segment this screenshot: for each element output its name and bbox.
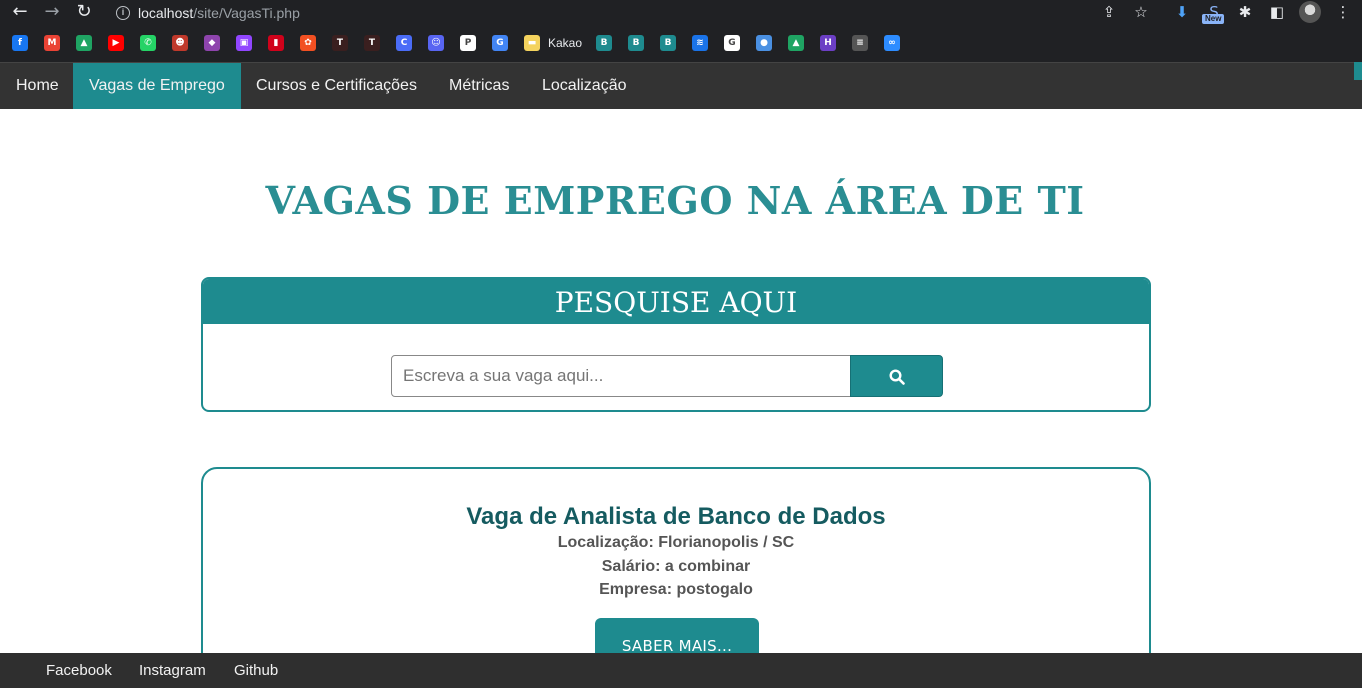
- site-info-icon[interactable]: i: [116, 6, 130, 20]
- whatsapp-icon[interactable]: ✆: [140, 35, 156, 51]
- google-translate-icon[interactable]: G: [492, 35, 508, 51]
- job-company: Empresa: postogalo: [599, 581, 753, 598]
- share-icon[interactable]: ⇪: [1098, 2, 1120, 22]
- twitch-icon[interactable]: ▣: [236, 35, 252, 51]
- new-badge: New: [1202, 14, 1225, 24]
- download-icon[interactable]: ⬇: [1171, 2, 1193, 22]
- nav-item-0[interactable]: Home: [0, 63, 75, 109]
- google-drive-icon[interactable]: ▲: [76, 35, 92, 51]
- red-book-icon[interactable]: ▮: [268, 35, 284, 51]
- job-location: Localização: Florianopolis / SC: [557, 534, 795, 551]
- folder-icon[interactable]: ▬: [524, 35, 540, 51]
- orange-swirl-icon[interactable]: ✿: [300, 35, 316, 51]
- bookmarks-bar: Kakao f M ▲ ▶ ✆ ☻ ◆ ▣ ▮ ✿ T T C ☺ P G ▬ B B B ≋ G ● ▲ H ≡ ∞: [0, 32, 1362, 56]
- stack-icon[interactable]: ≋: [692, 35, 708, 51]
- job-title: Vaga de Analista de Banco de Dados: [466, 503, 886, 530]
- youtube-icon[interactable]: ▶: [108, 35, 124, 51]
- search-icon: [889, 369, 905, 385]
- profile-avatar[interactable]: [1299, 1, 1321, 23]
- avatar-bookmark-icon[interactable]: ☻: [172, 35, 188, 51]
- facebook-icon[interactable]: f: [12, 35, 28, 51]
- search-button[interactable]: [850, 355, 943, 397]
- nav-item-2[interactable]: Cursos e Certificações: [240, 63, 433, 109]
- search-input[interactable]: [391, 355, 851, 397]
- tgs-icon[interactable]: T: [364, 35, 380, 51]
- reload-icon[interactable]: ↻: [73, 2, 95, 22]
- nav-item-4[interactable]: Localização: [526, 63, 643, 109]
- text-logo-icon[interactable]: ≡: [852, 35, 868, 51]
- bookmark-kakao[interactable]: Kakao: [548, 36, 582, 50]
- google-drive-icon[interactable]: ▲: [788, 35, 804, 51]
- extensions-puzzle-icon[interactable]: ✱: [1234, 2, 1256, 22]
- loop-icon[interactable]: ∞: [884, 35, 900, 51]
- address-bar[interactable]: i localhost/site/VagasTi.php: [116, 3, 300, 23]
- crystal-icon[interactable]: ◆: [204, 35, 220, 51]
- job-salary: Salário: a combinar: [601, 558, 751, 575]
- chat-bubble-icon[interactable]: ●: [756, 35, 772, 51]
- url-path: /site/VagasTi.php: [193, 5, 300, 21]
- nav-item-3[interactable]: Métricas: [433, 63, 525, 109]
- site-footer: Facebook Instagram Github: [0, 653, 1362, 688]
- b-logo-icon[interactable]: B: [628, 35, 644, 51]
- back-arrow-icon[interactable]: ←: [9, 2, 31, 22]
- forward-arrow-icon[interactable]: →: [41, 2, 63, 22]
- google-icon[interactable]: G: [724, 35, 740, 51]
- side-panel-icon[interactable]: ◧: [1266, 2, 1288, 22]
- footer-link-0[interactable]: Facebook: [46, 653, 112, 688]
- b-logo-icon[interactable]: B: [596, 35, 612, 51]
- scrollbar-thumb[interactable]: [1354, 62, 1362, 80]
- h-logo-icon[interactable]: H: [820, 35, 836, 51]
- discord-icon[interactable]: ☺: [428, 35, 444, 51]
- footer-link-1[interactable]: Instagram: [139, 653, 206, 688]
- menu-kebab-icon[interactable]: ⋮: [1332, 2, 1354, 22]
- footer-link-2[interactable]: Github: [234, 653, 278, 688]
- gmail-icon[interactable]: M: [44, 35, 60, 51]
- url-host: localhost: [138, 5, 194, 21]
- bookmark-star-icon[interactable]: ☆: [1130, 2, 1152, 22]
- site-navbar: Home Vagas de Emprego Cursos e Certificaçõ…: [0, 62, 1362, 109]
- pj-icon[interactable]: P: [460, 35, 476, 51]
- url-text[interactable]: localhost/site/VagasTi.php: [138, 5, 300, 21]
- b-logo-icon[interactable]: B: [660, 35, 676, 51]
- address-bar-row: ← → ↻ i localhost/site/VagasTi.php ⇪ ☆ ⬇…: [0, 0, 1362, 26]
- c-logo-icon[interactable]: C: [396, 35, 412, 51]
- tgs-icon[interactable]: T: [332, 35, 348, 51]
- nav-item-1[interactable]: Vagas de Emprego: [73, 63, 241, 109]
- browser-chrome: ← → ↻ i localhost/site/VagasTi.php ⇪ ☆ ⬇…: [0, 0, 1362, 62]
- search-card: PESQUISE AQUI: [201, 277, 1151, 412]
- search-heading: PESQUISE AQUI: [203, 279, 1149, 324]
- page-title: VAGAS DE EMPREGO NA ÁREA DE TI: [265, 178, 1085, 223]
